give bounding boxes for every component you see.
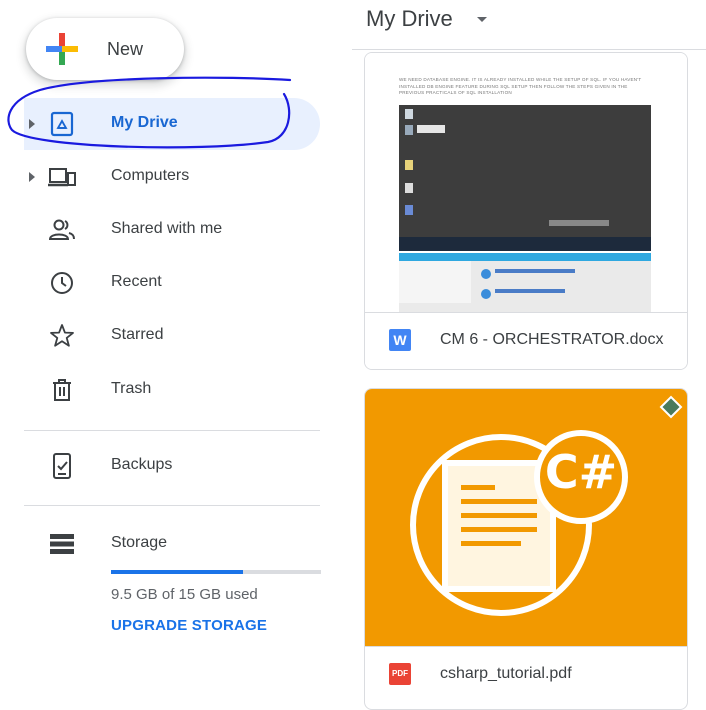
file-card-footer: W CM 6 - ORCHESTRATOR.docx: [365, 312, 687, 369]
backups-icon: [53, 453, 71, 479]
page-title[interactable]: My Drive: [366, 6, 453, 32]
sidebar-item-storage[interactable]: Storage: [24, 518, 320, 570]
storage-bar-fill: [111, 570, 244, 574]
sidebar-item-recent[interactable]: Recent: [24, 257, 320, 309]
csharp-thumbnail-art: [410, 395, 683, 616]
shared-with-me-icon: [48, 219, 75, 240]
storage-used-text: 9.5 GB of 15 GB used: [111, 586, 258, 603]
file-card-docx[interactable]: WE NEED DATABASE ENGINE. IT IS ALREADY I…: [364, 52, 688, 370]
pdf-file-icon: PDF: [389, 663, 411, 685]
star-icon: [50, 324, 74, 347]
sidebar-item-starred[interactable]: Starred: [24, 310, 320, 362]
upgrade-storage-link[interactable]: UPGRADE STORAGE: [111, 617, 267, 634]
storage-icon: [50, 534, 74, 554]
file-card-pdf[interactable]: C# PDF csharp_tutorial.pdf: [364, 388, 688, 710]
sidebar-item-label: Trash: [111, 380, 152, 397]
caret-down-icon[interactable]: [476, 16, 488, 24]
header-divider: [352, 49, 706, 50]
new-button-label: New: [107, 39, 144, 59]
sidebar-item-label: Shared with me: [111, 220, 223, 237]
csharp-logo-text: C#: [544, 445, 618, 499]
expand-arrow-icon[interactable]: [28, 171, 36, 183]
storage-bar: [111, 570, 321, 574]
sidebar-item-label: Backups: [111, 456, 173, 473]
sidebar-item-label: Recent: [111, 273, 162, 290]
file-name: CM 6 - ORCHESTRATOR.docx: [440, 331, 664, 348]
sidebar-item-trash[interactable]: Trash: [24, 364, 320, 416]
preview-text: WE NEED DATABASE ENGINE. IT IS ALREADY I…: [399, 77, 642, 95]
file-name: csharp_tutorial.pdf: [440, 665, 572, 682]
desktop-screenshot: [399, 105, 651, 251]
file-card-footer: PDF csharp_tutorial.pdf: [365, 646, 687, 703]
sidebar-item-backups[interactable]: Backups: [24, 440, 320, 492]
sidebar-divider: [24, 505, 320, 506]
clock-icon: [51, 272, 73, 294]
file-thumbnail: C#: [365, 389, 687, 647]
file-thumbnail: WE NEED DATABASE ENGINE. IT IS ALREADY I…: [365, 53, 687, 363]
annotation-scribble: [7, 76, 292, 149]
word-file-icon: W: [389, 329, 411, 351]
sidebar-item-label: Storage: [111, 534, 168, 551]
sidebar-divider: [24, 430, 320, 431]
trash-icon: [53, 379, 71, 401]
sidebar-item-label: Starred: [111, 326, 164, 343]
sidebar-item-shared-with-me[interactable]: Shared with me: [24, 204, 320, 256]
